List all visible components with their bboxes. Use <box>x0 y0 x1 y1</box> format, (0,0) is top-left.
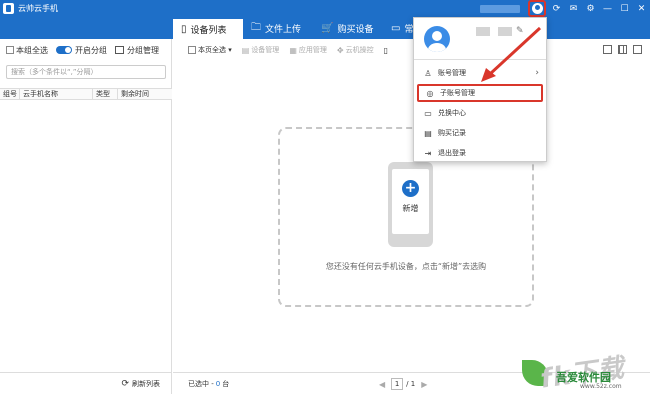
gear-icon[interactable]: ⚙ <box>582 0 599 17</box>
close-icon[interactable]: ✕ <box>633 0 650 17</box>
left-toolbar: 本组全选 开启分组 分组管理 <box>0 39 172 61</box>
search-input[interactable]: 搜索（多个条件以“,”分隔） <box>6 65 166 79</box>
folder-icon: 🗀 <box>251 21 261 33</box>
selected-suffix: 台 <box>222 379 230 388</box>
user-dropdown-menu: ✎ ♙ 账号管理 › ◎ 子账号管理 ▭ 兑换中心 ▤ 购买记录 ⇥ 退出登录 <box>413 17 547 162</box>
open-group-label: 开启分组 <box>75 45 107 55</box>
grid-large-view-icon[interactable] <box>603 45 612 54</box>
menu-item-logout[interactable]: ⇥ 退出登录 <box>417 144 543 162</box>
avatar <box>424 26 450 52</box>
mail-icon[interactable]: ✉ <box>565 0 582 17</box>
next-page-icon[interactable]: ▶ <box>421 380 427 389</box>
cloud-control-icon: ✥ <box>336 45 344 55</box>
app-title: 云帅云手机 <box>18 4 58 13</box>
tab-label: 文件上传 <box>265 24 302 35</box>
ticket-icon: ▭ <box>424 108 432 118</box>
watermark-url: www.52z.com <box>580 383 622 390</box>
menu-item-exchange[interactable]: ▭ 兑换中心 <box>417 104 543 122</box>
select-page-dropdown[interactable]: 本页全选 ▾ <box>188 45 232 55</box>
selected-count: 0 <box>215 379 221 388</box>
edit-icon[interactable]: ✎ <box>516 26 524 36</box>
account-icon: ♙ <box>424 68 432 78</box>
maximize-icon[interactable]: ☐ <box>616 0 633 17</box>
add-device-card[interactable]: + 新增 <box>388 162 433 247</box>
open-group-toggle[interactable] <box>56 46 72 54</box>
app-manage-icon: ▦ <box>289 45 297 55</box>
app-logo-icon <box>3 3 14 14</box>
device-manage-icon: ▤ <box>241 45 250 55</box>
blurred-username-part <box>498 27 512 36</box>
prev-page-icon[interactable]: ◀ <box>379 380 385 389</box>
left-footer: ⟳ 刷新列表 <box>0 372 172 394</box>
menu-item-label: 购买记录 <box>438 129 466 137</box>
col-name[interactable]: 云手机名称 <box>20 89 93 99</box>
logout-icon: ⇥ <box>424 148 432 158</box>
pager: ◀ 1 / 1 ▶ <box>373 378 433 390</box>
list-header: 组号 云手机名称 类型 剩余时间 <box>0 88 172 100</box>
app-manage-button[interactable]: ▦ 应用管理 <box>289 45 327 55</box>
grid-small-view-icon[interactable] <box>618 45 627 54</box>
cloud-control-label: 云机操控 <box>345 46 374 54</box>
tab-file-upload[interactable]: 🗀 文件上传 <box>243 17 313 39</box>
select-page-checkbox[interactable] <box>188 46 196 54</box>
page-input[interactable]: 1 <box>391 378 404 390</box>
title-bar: 云帅云手机 ⟳ ✉ ⚙ — ☐ ✕ <box>0 0 650 17</box>
select-page-label: 本页全选 <box>198 46 226 54</box>
menu-item-label: 退出登录 <box>438 149 466 157</box>
tab-device-list[interactable]: ▯ 设备列表 <box>173 17 243 39</box>
menu-item-account[interactable]: ♙ 账号管理 › <box>417 64 543 82</box>
group-manage-icon[interactable] <box>115 46 124 54</box>
new-label[interactable]: 新增 <box>392 203 429 214</box>
dropdown-header: ✎ <box>414 18 546 60</box>
cloud-control-button[interactable]: ✥ 云机操控 <box>337 45 374 55</box>
tab-label: 购买设备 <box>337 24 374 35</box>
menu-item-label: 兑换中心 <box>438 109 466 117</box>
view-switcher <box>597 45 642 54</box>
page-total: / 1 <box>406 380 416 388</box>
menu-item-purchase-history[interactable]: ▤ 购买记录 <box>417 124 543 142</box>
sub-account-icon: ◎ <box>426 88 434 98</box>
list-view-icon[interactable] <box>633 45 642 54</box>
cart-icon: 🛒 <box>321 22 334 34</box>
app-manage-label: 应用管理 <box>298 46 327 54</box>
refresh-list-icon[interactable]: ⟳ <box>121 379 129 389</box>
phone-icon: ▯ <box>181 23 187 35</box>
device-manage-button[interactable]: ▤ 设备管理 <box>242 45 280 55</box>
ticket-icon: ▭ <box>391 22 401 34</box>
plus-icon[interactable]: + <box>402 180 419 197</box>
username-blurred <box>480 4 520 13</box>
tab-bar: ▯ 设备列表 🗀 文件上传 🛒 购买设备 ▭ 常 <box>0 17 650 39</box>
device-manage-label: 设备管理 <box>251 46 280 54</box>
more-button[interactable]: ▯ <box>384 46 390 55</box>
left-panel: 本组全选 开启分组 分组管理 搜索（多个条件以“,”分隔） 组号 云手机名称 类… <box>0 39 172 394</box>
menu-item-label: 子账号管理 <box>440 89 475 97</box>
main-toolbar: 本页全选 ▾ ▤ 设备管理 ▦ 应用管理 ✥ 云机操控 ▯ <box>173 39 650 61</box>
tab-buy-device[interactable]: 🛒 购买设备 <box>313 17 383 39</box>
tab-common[interactable]: ▭ 常 <box>383 17 413 39</box>
main-panel: 本页全选 ▾ ▤ 设备管理 ▦ 应用管理 ✥ 云机操控 ▯ + 新增 您还没有任… <box>173 39 650 394</box>
col-group[interactable]: 组号 <box>0 89 20 99</box>
refresh-icon[interactable]: ⟳ <box>548 0 565 17</box>
tab-label: 设备列表 <box>190 25 227 36</box>
clipboard-icon: ▯ <box>383 45 388 55</box>
group-manage-button[interactable]: 分组管理 <box>127 45 159 56</box>
chevron-right-icon: › <box>535 68 539 78</box>
select-all-label: 本组全选 <box>16 45 48 55</box>
blurred-username-part <box>476 27 490 36</box>
col-remaining[interactable]: 剩余时间 <box>118 89 172 99</box>
user-icon <box>531 3 543 14</box>
phone-screen: + 新增 <box>392 169 429 234</box>
user-button[interactable] <box>528 0 546 17</box>
empty-message: 您还没有任何云手机设备，点击“新增”去选购 <box>325 262 487 271</box>
select-all-checkbox[interactable] <box>6 46 14 54</box>
selected-prefix: 已选中 - <box>188 379 214 388</box>
document-icon: ▤ <box>424 128 432 138</box>
minimize-icon[interactable]: — <box>599 0 616 17</box>
menu-item-label: 账号管理 <box>438 69 466 77</box>
col-type[interactable]: 类型 <box>93 89 118 99</box>
menu-item-sub-account[interactable]: ◎ 子账号管理 <box>417 84 543 102</box>
chevron-down-icon: ▾ <box>226 46 232 54</box>
refresh-list-button[interactable]: 刷新列表 <box>132 379 160 389</box>
